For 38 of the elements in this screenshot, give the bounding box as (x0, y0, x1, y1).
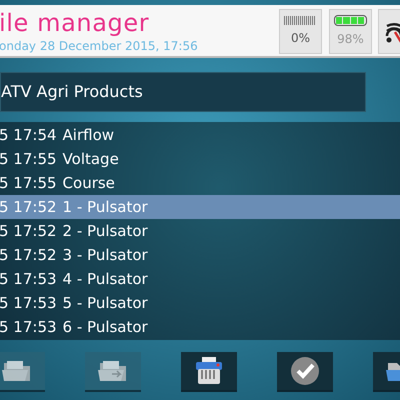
file-row[interactable]: 5 17:55 Voltage (0, 147, 400, 171)
battery-icon (334, 15, 367, 26)
file-name: 4 - Pulsator (62, 268, 148, 290)
file-row[interactable]: 5 17:52 2 - Pulsator (0, 219, 400, 243)
shredder-icon (194, 356, 224, 386)
file-time: 5 17:52 (0, 196, 57, 218)
folder-title: ATV Agri Products (1, 81, 143, 103)
file-name: 5 - Pulsator (62, 292, 148, 314)
file-row[interactable]: 5 17:55 Course (0, 171, 400, 195)
folder-icon (98, 359, 128, 383)
signal-reading: 0% (290, 30, 310, 47)
file-time: 5 17:55 (0, 172, 57, 194)
battery-reading: 98% (337, 31, 364, 48)
file-name: 1 - Pulsator (62, 196, 148, 218)
toolbar-button[interactable] (181, 352, 237, 392)
file-name: 2 - Pulsator (62, 220, 148, 242)
file-time: 5 17:52 (0, 220, 57, 242)
file-row[interactable]: 5 17:53 5 - Pulsator (0, 291, 400, 315)
file-time: 5 17:53 (0, 268, 57, 290)
file-time: 5 17:53 (0, 292, 57, 314)
file-name: 6 - Pulsator (62, 316, 148, 338)
file-name: Airflow (62, 124, 114, 146)
app-title: ile manager (0, 8, 150, 38)
file-row[interactable]: 5 17:52 3 - Pulsator (0, 243, 400, 267)
file-time: 5 17:52 (0, 244, 57, 266)
file-name: Course (62, 172, 115, 194)
file-row[interactable]: 5 17:54 Airflow (0, 123, 400, 147)
file-row[interactable]: 5 17:53 4 - Pulsator (0, 267, 400, 291)
date-time: onday 28 December 2015, 17:56 (0, 38, 199, 54)
checkmark-icon (290, 356, 320, 386)
file-name: Voltage (62, 148, 119, 170)
file-name: 3 - Pulsator (62, 244, 148, 266)
file-row[interactable]: 5 17:53 6 - Pulsator (0, 315, 400, 339)
file-time: 5 17:54 (0, 124, 57, 146)
folder-icon (2, 359, 32, 383)
file-time: 5 17:53 (0, 316, 57, 338)
toolbar-button[interactable] (277, 352, 333, 392)
file-time: 5 17:55 (0, 148, 57, 170)
